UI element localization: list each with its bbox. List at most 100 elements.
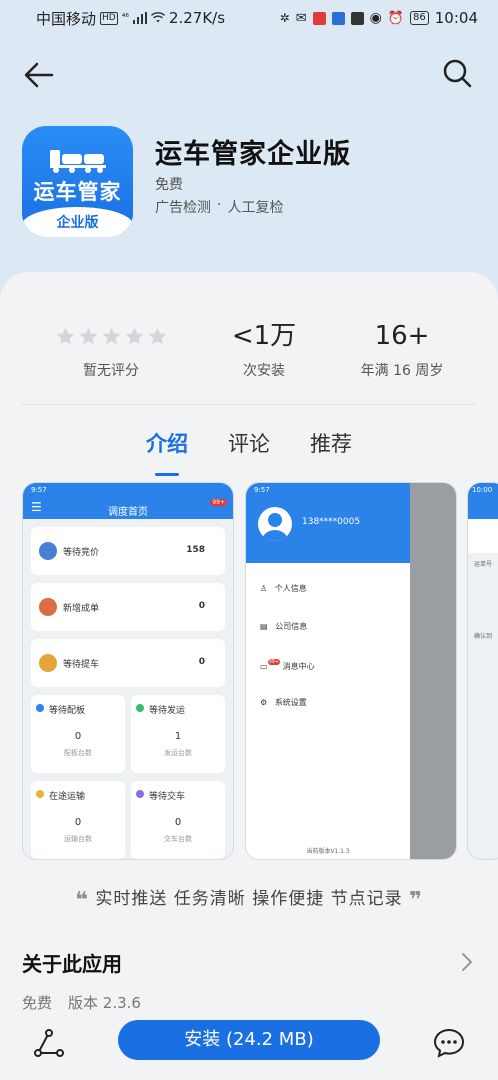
user-icon xyxy=(262,513,288,541)
back-arrow-icon[interactable] xyxy=(22,58,56,92)
star-icon xyxy=(148,327,166,344)
screenshot-carousel[interactable]: 9:57 ☰ 调度首页 99+ 等待竞价 158 新增成单 0 等待提车 0 等… xyxy=(0,482,498,860)
slogan-text: 实时推送 任务清晰 操作便捷 节点记录 xyxy=(95,889,403,909)
card-label: 等待交车 xyxy=(149,792,186,802)
star-icon xyxy=(102,327,120,344)
close-quote-icon: ❞ xyxy=(409,888,423,913)
app-version-label: 当前版本V1.1.3 xyxy=(306,848,350,855)
card-label: 新增成单 xyxy=(63,604,100,614)
status-dot xyxy=(36,704,44,712)
card-wait-deliver: 等待交车 0 交车台数 xyxy=(131,781,225,859)
card-value: 0 xyxy=(174,817,182,828)
drawer-item-settings: ⚙ 系统设置 xyxy=(260,697,307,708)
drawer-item-label: 个人信息 xyxy=(274,584,307,593)
screenshot-profile-drawer[interactable]: 9:57 138****0005 ♙ 个人信息 ▤ 公司信息 ▭99+ 消息中心 xyxy=(245,482,457,860)
card-value: 1 xyxy=(174,731,182,742)
chevron-right-icon[interactable] xyxy=(460,952,474,972)
avatar xyxy=(258,507,292,541)
drawer-item-label: 系统设置 xyxy=(274,698,307,707)
about-meta: 免费 版本 2.3.6 xyxy=(22,992,141,1013)
star-icon xyxy=(125,327,143,344)
rating-label: 暂无评分 xyxy=(83,363,139,379)
screenshot-time: 9:57 xyxy=(31,486,47,494)
tab-intro[interactable]: 介绍 xyxy=(146,428,188,468)
divider xyxy=(22,404,476,405)
open-quote-icon: ❝ xyxy=(75,888,89,913)
card-in-transit: 在途运输 0 运输台数 xyxy=(31,781,125,859)
mail-icon: ✉ xyxy=(295,10,307,26)
status-dot xyxy=(136,704,144,712)
status-bar: 中国移动 HD ⁴⁶ 2.27K/s ✲ ✉ ◉ ⏰ 86 10:04 xyxy=(0,0,498,36)
dimmed-background xyxy=(410,483,456,859)
detail-sheet: 暂无评分 <1万 次安装 16+ 年满 16 周岁 介绍 评论 推荐 9:57 … xyxy=(0,272,498,1080)
partial-label: 运单号 xyxy=(474,561,493,568)
bottom-action-bar: 安装 (24.2 MB) xyxy=(0,1012,498,1080)
app-notification-icon xyxy=(312,11,326,25)
card-wait-bid: 等待竞价 158 xyxy=(31,527,225,575)
app-price: 免费 xyxy=(155,177,183,193)
company-icon: ▤ xyxy=(260,622,268,631)
screenshot-time: 10:00 xyxy=(472,486,493,494)
screenshot-title: 调度首页 xyxy=(108,507,148,518)
about-version: 版本 2.3.6 xyxy=(68,994,141,1012)
screenshot-time: 9:57 xyxy=(254,486,270,494)
orders-icon xyxy=(39,598,57,616)
star-icon xyxy=(56,327,74,344)
card-sub: 发运台数 xyxy=(164,749,192,757)
truck-icon xyxy=(50,150,106,173)
network-type: ⁴⁶ xyxy=(121,13,129,23)
install-button[interactable]: 安装 (24.2 MB) xyxy=(118,1020,380,1060)
card-value: 158 xyxy=(186,545,205,555)
card-sub: 运输台数 xyxy=(64,835,92,843)
installs-label: 次安装 xyxy=(243,363,285,379)
paw-icon: ✲ xyxy=(279,11,290,25)
top-navigation xyxy=(0,52,498,96)
card-new-orders: 新增成单 0 xyxy=(31,583,225,631)
drawer-item-label: 公司信息 xyxy=(275,622,308,631)
screenshot-waybill[interactable]: 10:00 运单号 确认到 xyxy=(467,482,498,860)
about-price: 免费 xyxy=(22,994,53,1012)
screenshot-dispatch-home[interactable]: 9:57 ☰ 调度首页 99+ 等待竞价 158 新增成单 0 等待提车 0 等… xyxy=(22,482,234,860)
drawer-item-messages: ▭99+ 消息中心 xyxy=(260,659,315,672)
gavel-icon xyxy=(39,542,57,560)
app-name: 运车管家企业版 xyxy=(155,139,351,170)
eye-icon: ◉ xyxy=(369,10,382,26)
card-wait-ship: 等待发运 1 发运台数 xyxy=(131,695,225,773)
comment-icon[interactable] xyxy=(432,1026,466,1060)
alarm-icon: ⏰ xyxy=(387,10,405,26)
tag-manual-review: 人工复检 xyxy=(227,200,284,216)
wifi-icon xyxy=(150,12,165,23)
app-tags: 广告检测 · 人工复检 xyxy=(155,197,283,217)
about-title[interactable]: 关于此应用 xyxy=(22,948,122,977)
card-label: 等待配板 xyxy=(49,706,86,716)
search-icon[interactable] xyxy=(440,56,474,90)
tag-icon xyxy=(39,654,57,672)
tab-recommend[interactable]: 推荐 xyxy=(310,428,352,468)
app-notification-icon-2 xyxy=(331,11,345,25)
rating-stars xyxy=(36,320,186,352)
age-stat: 16+ 年满 16 周岁 xyxy=(327,320,477,380)
stats-row: 暂无评分 <1万 次安装 16+ 年满 16 周岁 xyxy=(0,320,498,380)
status-dot xyxy=(36,790,44,798)
tab-bar: 介绍 评论 推荐 xyxy=(0,428,498,468)
status-dot xyxy=(136,790,144,798)
card-label: 等待竞价 xyxy=(63,548,100,558)
partial-panel xyxy=(468,519,498,553)
card-label: 等待发运 xyxy=(149,706,186,716)
age-label: 年满 16 周岁 xyxy=(360,363,444,379)
hd-badge: HD xyxy=(100,11,118,25)
settings-icon: ⚙ xyxy=(260,698,268,707)
drawer-item-company: ▤ 公司信息 xyxy=(260,621,307,632)
app-icon: 运车管家 企业版 xyxy=(22,126,133,237)
share-icon[interactable] xyxy=(32,1026,66,1060)
message-badge: 99+ xyxy=(267,659,281,665)
app-icon-ribbon: 企业版 xyxy=(22,207,133,237)
net-speed: 2.27K/s xyxy=(168,9,226,27)
card-sub: 交车台数 xyxy=(164,835,192,843)
message-icon: ▭ xyxy=(260,662,268,671)
card-value: 0 xyxy=(74,817,82,828)
tab-reviews[interactable]: 评论 xyxy=(228,428,270,468)
signal-icon xyxy=(132,12,147,24)
screenshot-header: 10:00 xyxy=(468,483,498,519)
user-outline-icon: ♙ xyxy=(260,584,268,593)
